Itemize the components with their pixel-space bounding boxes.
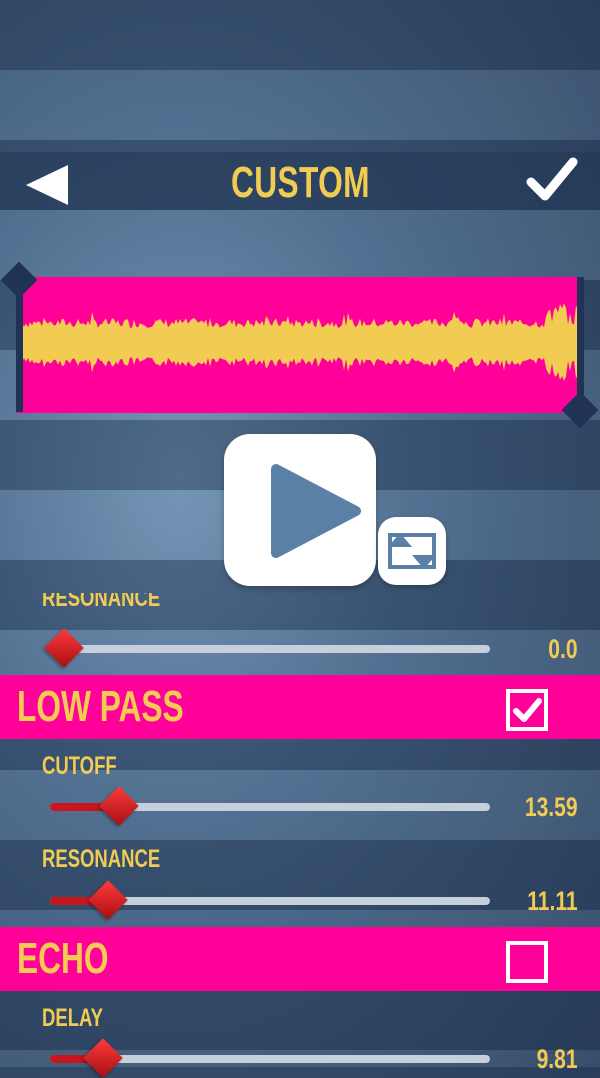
resonance-thumb[interactable] <box>88 880 128 920</box>
waveform-graph <box>22 303 578 381</box>
echo-checkbox[interactable] <box>506 941 548 983</box>
delay-slider[interactable] <box>50 1038 490 1078</box>
delay-value: 9.81 <box>537 1044 578 1074</box>
resonance-label-top: RESONANCE <box>42 593 161 612</box>
resonance-slider[interactable] <box>50 880 490 920</box>
cutoff-label: CUTOFF <box>42 752 117 780</box>
resonance-label: RESONANCE <box>42 845 161 873</box>
waveform-shape <box>22 303 578 381</box>
trim-start-bar <box>16 282 23 412</box>
echo-section-header: ECHO <box>0 927 600 991</box>
header-bar: CUSTOM <box>0 152 600 210</box>
waveform-display[interactable] <box>16 277 584 413</box>
trim-end-bar <box>577 277 584 403</box>
cutoff-thumb[interactable] <box>99 786 139 826</box>
low-pass-section-header: LOW PASS <box>0 675 600 739</box>
play-button[interactable] <box>224 434 376 586</box>
low-pass-checkbox[interactable] <box>506 689 548 731</box>
checkmark-icon <box>513 698 542 722</box>
play-icon <box>271 464 361 558</box>
resonance-value: 11.11 <box>527 886 578 916</box>
low-pass-title: LOW PASS <box>17 682 184 731</box>
delay-label: DELAY <box>42 1004 104 1032</box>
checkmark-icon[interactable] <box>526 156 578 204</box>
cutoff-value: 13.59 <box>525 792 578 822</box>
resonance-top-value: 0.0 <box>548 634 578 664</box>
resonance-top-slider[interactable] <box>44 628 490 668</box>
resonance-top-thumb[interactable] <box>44 628 84 668</box>
cutoff-slider[interactable] <box>50 786 490 826</box>
delay-thumb[interactable] <box>83 1038 123 1078</box>
loop-icon <box>388 533 436 569</box>
loop-button[interactable] <box>378 517 446 585</box>
echo-title: ECHO <box>17 934 109 983</box>
page-title: CUSTOM <box>230 158 370 207</box>
